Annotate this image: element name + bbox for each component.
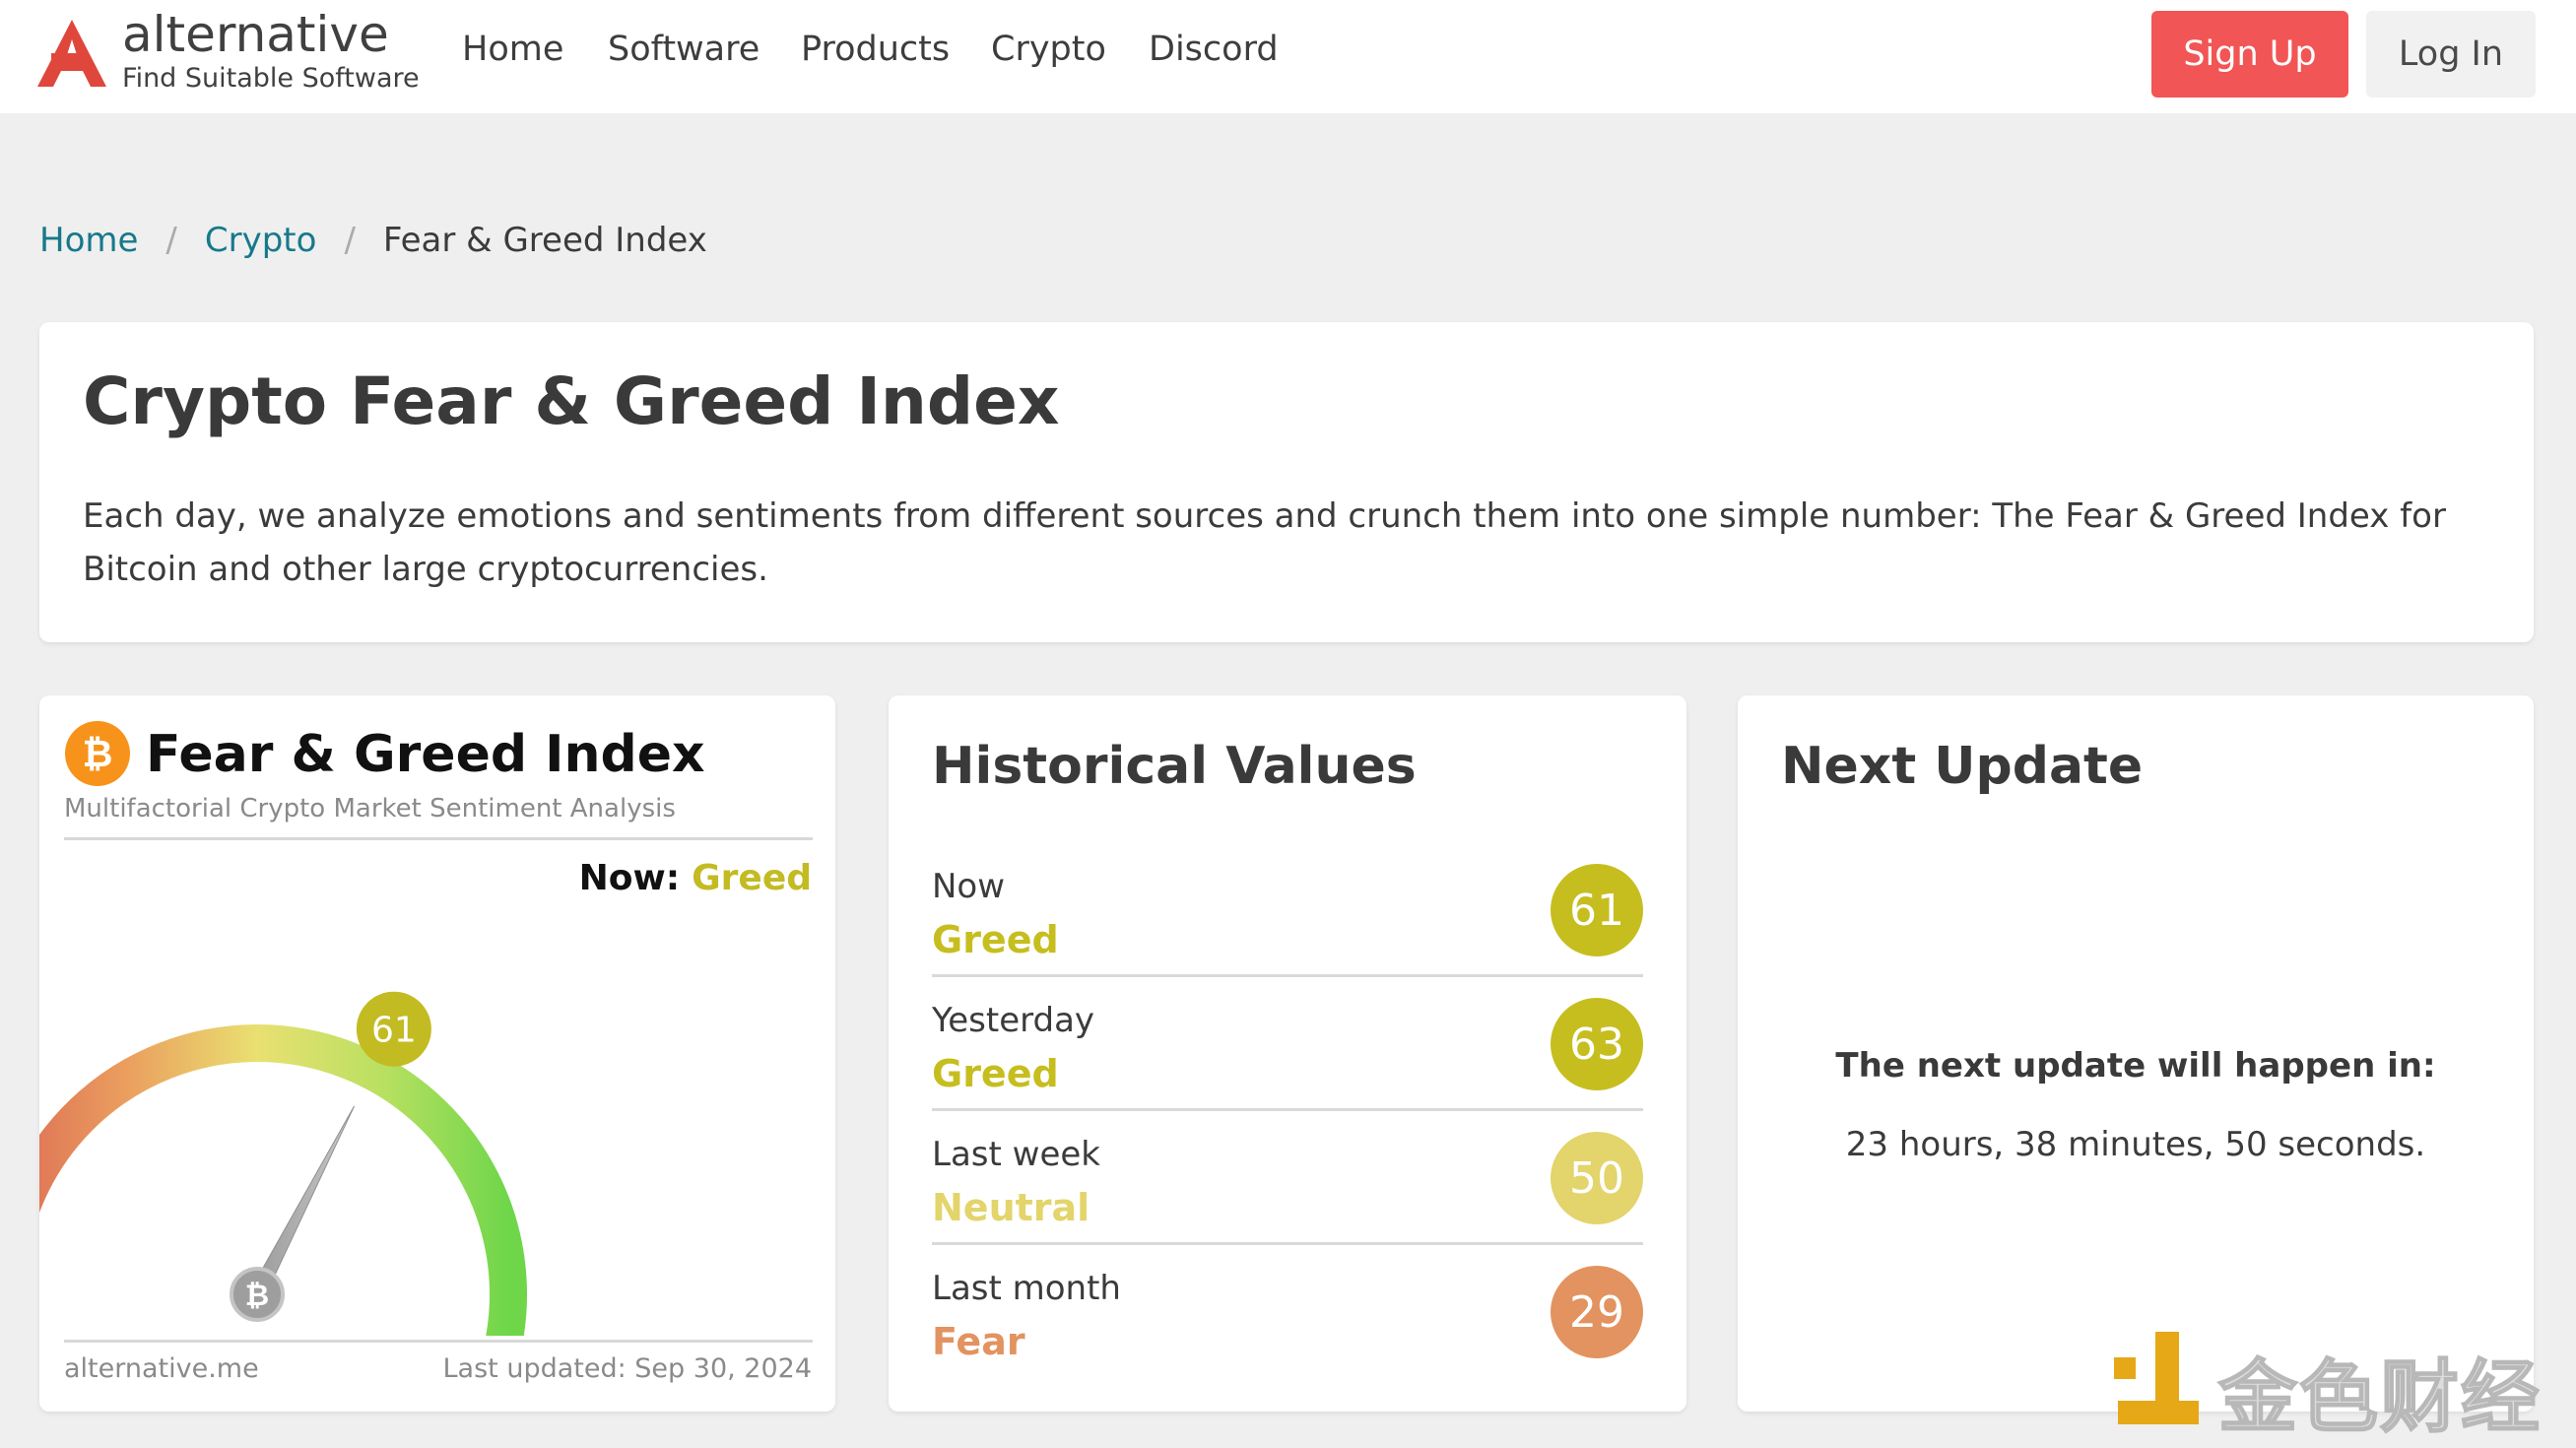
- history-value-badge: 50: [1551, 1132, 1643, 1224]
- historical-values-card: Historical Values Now Greed 61 Yesterday…: [889, 695, 1686, 1412]
- breadcrumb-crypto[interactable]: Crypto: [205, 221, 317, 260]
- last-updated: Last updated: Sep 30, 2024: [442, 1353, 812, 1384]
- breadcrumb-separator: /: [165, 221, 177, 260]
- history-classification: Greed: [932, 918, 1059, 961]
- intro-description: Each day, we analyze emotions and sentim…: [83, 496, 2446, 589]
- page-title: Crypto Fear & Greed Index: [83, 363, 1060, 439]
- gauge-card: ₿ Fear & Greed Index Multifactorial Cryp…: [39, 695, 835, 1412]
- site-credit[interactable]: alternative.me: [64, 1353, 259, 1384]
- jinse-logo-icon: [2114, 1332, 2199, 1424]
- history-value-badge: 29: [1551, 1266, 1643, 1358]
- next-update-title: Next Update: [1781, 737, 2144, 796]
- watermark: 金色财经: [2108, 1332, 2571, 1444]
- history-row-now: Now Greed 61: [932, 843, 1643, 977]
- historical-title: Historical Values: [932, 737, 1417, 796]
- logo-tagline: Find Suitable Software: [122, 63, 420, 94]
- intro-card: Crypto Fear & Greed Index Each day, we a…: [39, 322, 2534, 642]
- nav-home[interactable]: Home: [462, 30, 563, 69]
- next-update-countdown: 23 hours, 38 minutes, 50 seconds.: [1845, 1125, 2426, 1164]
- history-classification: Greed: [932, 1052, 1059, 1095]
- nav-crypto[interactable]: Crypto: [991, 30, 1106, 69]
- gauge-chart: ₿ 61: [39, 991, 527, 1336]
- history-classification: Neutral: [932, 1186, 1090, 1229]
- history-label: Yesterday: [932, 1001, 1095, 1040]
- signup-button[interactable]: Sign Up: [2151, 11, 2348, 98]
- breadcrumb: Home / Crypto / Fear & Greed Index: [39, 221, 707, 260]
- nav-software[interactable]: Software: [608, 30, 760, 69]
- history-row-last-month: Last month Fear 29: [932, 1245, 1643, 1379]
- history-row-last-week: Last week Neutral 50: [932, 1111, 1643, 1245]
- history-classification: Fear: [932, 1320, 1025, 1363]
- breadcrumb-current: Fear & Greed Index: [382, 221, 707, 260]
- login-button[interactable]: Log In: [2366, 11, 2536, 98]
- breadcrumb-home[interactable]: Home: [39, 221, 138, 260]
- history-label: Last month: [932, 1269, 1121, 1308]
- nav-discord[interactable]: Discord: [1149, 30, 1279, 69]
- alternative-logo-icon[interactable]: [35, 18, 108, 89]
- history-row-yesterday: Yesterday Greed 63: [932, 977, 1643, 1111]
- history-value-badge: 63: [1551, 998, 1643, 1090]
- gauge-hub-bitcoin-icon: ₿: [245, 1279, 269, 1313]
- next-update-heading: The next update will happen in:: [1835, 1046, 2436, 1086]
- breadcrumb-separator: /: [344, 221, 356, 260]
- gauge-value-label: 61: [371, 1011, 417, 1051]
- history-label: Last week: [932, 1135, 1100, 1174]
- history-label: Now: [932, 867, 1006, 906]
- watermark-text: 金色财经: [2217, 1350, 2542, 1444]
- logo-name[interactable]: alternative: [122, 6, 389, 63]
- top-navbar: alternative Find Suitable Software Home …: [0, 0, 2576, 113]
- nav-products[interactable]: Products: [801, 30, 950, 69]
- divider: [64, 1340, 813, 1343]
- history-value-badge: 61: [1551, 864, 1643, 956]
- next-update-card: Next Update The next update will happen …: [1738, 695, 2534, 1412]
